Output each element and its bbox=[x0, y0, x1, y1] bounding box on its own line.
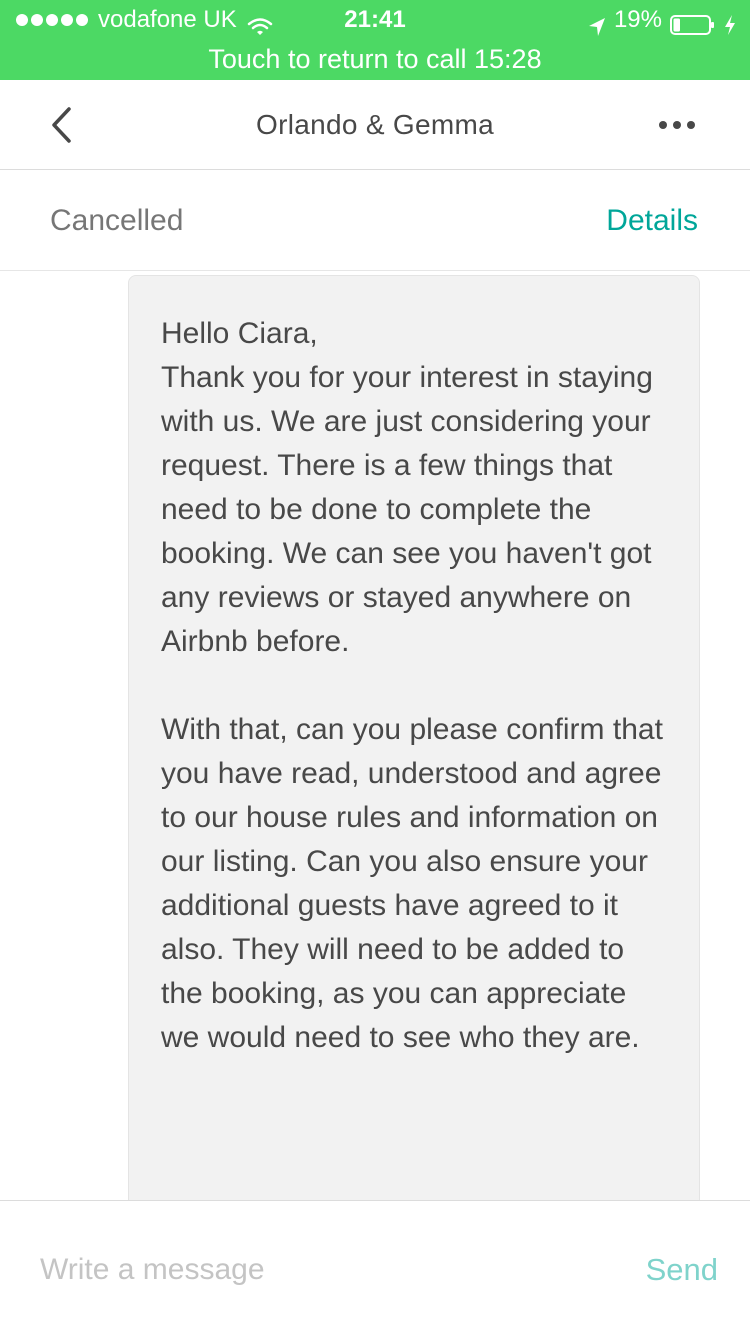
message-input[interactable] bbox=[40, 1231, 600, 1309]
reservation-status-bar: Cancelled Details bbox=[0, 170, 750, 271]
back-button[interactable] bbox=[36, 100, 86, 150]
conversation-title: Orlando & Gemma bbox=[256, 109, 494, 140]
battery-level-fill bbox=[673, 18, 680, 32]
status-row: vodafone UK 21:41 19% bbox=[0, 0, 750, 40]
message-paragraph: Hello Ciara, Thank you for your interest… bbox=[161, 317, 653, 658]
message-thread[interactable]: Hello Ciara, Thank you for your interest… bbox=[0, 272, 750, 1200]
details-link[interactable]: Details bbox=[606, 170, 698, 271]
more-dots-icon bbox=[659, 121, 667, 129]
return-to-call-banner[interactable]: Touch to return to call 15:28 bbox=[0, 40, 750, 80]
message-paragraph: With that, can you please confirm that y… bbox=[161, 713, 663, 1054]
chevron-left-icon bbox=[52, 107, 71, 143]
charging-bolt-icon bbox=[724, 9, 736, 35]
battery-percentage: 19% bbox=[613, 6, 662, 33]
status-bar[interactable]: vodafone UK 21:41 19% Touch to return to… bbox=[0, 0, 750, 80]
status-right-group: 19% bbox=[588, 0, 736, 40]
battery-icon bbox=[670, 9, 716, 35]
message-composer: Send bbox=[0, 1200, 750, 1334]
send-button[interactable]: Send bbox=[646, 1231, 718, 1309]
message-bubble: Hello Ciara, Thank you for your interest… bbox=[128, 275, 700, 1200]
more-options-button[interactable] bbox=[654, 108, 700, 142]
nav-bar: Orlando & Gemma bbox=[0, 80, 750, 170]
location-icon bbox=[588, 10, 606, 36]
reservation-status: Cancelled bbox=[50, 204, 184, 237]
